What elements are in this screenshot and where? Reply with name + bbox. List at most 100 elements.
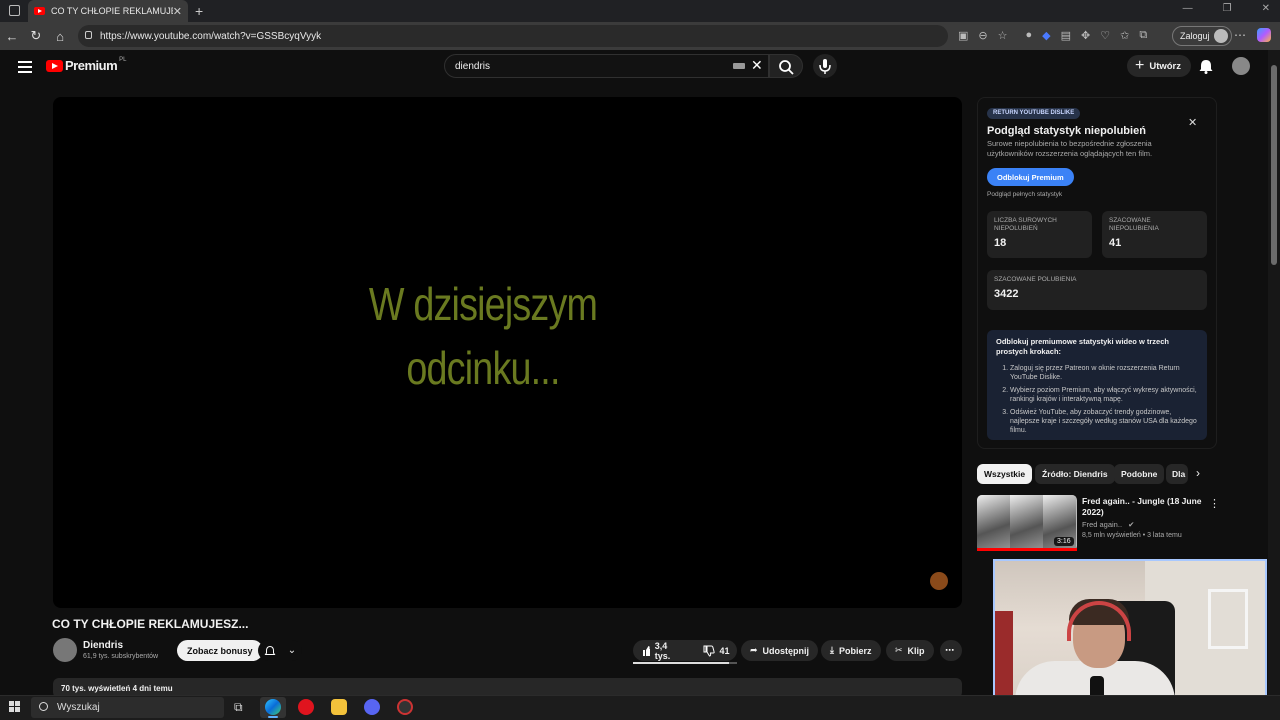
zoom-icon[interactable]: ⊖ — [978, 29, 987, 42]
clear-search-icon[interactable]: ✕ — [751, 57, 763, 74]
video-frame-line-2: odcinku... — [406, 342, 560, 394]
clip-button[interactable]: ✂ Klip — [886, 640, 934, 661]
copilot-icon[interactable] — [1257, 28, 1271, 42]
clip-label: Klip — [907, 645, 925, 656]
address-bar[interactable]: https://www.youtube.com/watch?v=GSSBcyqV… — [78, 25, 948, 47]
promo-step: Wybierz poziom Premium, aby włączyć wykr… — [1010, 386, 1198, 404]
share-label: Udostępnij — [762, 645, 810, 656]
task-view-icon[interactable]: ⧉ — [234, 700, 243, 715]
taskbar-search-input[interactable]: Wyszukaj — [31, 697, 224, 718]
new-tab-icon[interactable]: + — [195, 3, 203, 19]
page-scrollbar[interactable] — [1268, 50, 1280, 695]
extension-icon[interactable]: ▤ — [1061, 29, 1071, 42]
chevron-right-icon[interactable]: › — [1196, 466, 1200, 480]
channel-avatar[interactable] — [53, 638, 77, 662]
chip-for-you[interactable]: Dla — [1166, 464, 1188, 484]
close-tab-icon[interactable]: ✕ — [173, 5, 182, 18]
create-button[interactable]: + Utwórz — [1127, 55, 1192, 77]
search-button[interactable] — [769, 54, 803, 78]
minimize-icon[interactable]: — — [1183, 3, 1193, 14]
youtube-premium-logo[interactable]: Premium PL — [46, 57, 126, 73]
download-icon: ⤓ — [830, 645, 834, 655]
menu-icon[interactable] — [18, 59, 32, 76]
like-button[interactable]: 3,4 tys. — [633, 640, 684, 661]
recommended-title[interactable]: Fred again.. - Jungle (18 June 2022) — [1082, 496, 1202, 518]
reader-view-icon[interactable]: ▣ — [958, 29, 968, 42]
create-label: Utwórz — [1149, 60, 1182, 72]
description-meta: 70 tys. wyświetleń 4 dni temu — [61, 684, 173, 693]
browser-extensions: ▣ ⊖ ☆ ● ◆ ▤ ✥ ♡ ✩ ⧉ — [958, 29, 1147, 42]
promo-step: Zaloguj się przez Patreon w oknie rozsze… — [1010, 364, 1198, 382]
channel-name[interactable]: Diendris — [83, 640, 123, 651]
close-icon[interactable]: ✕ — [1188, 116, 1197, 129]
ryd-badge: RETURN YOUTUBE DISLIKE — [987, 108, 1081, 119]
promo-heading: Odblokuj premiumowe statystyki wideo w t… — [996, 337, 1169, 356]
bell-icon — [264, 645, 276, 655]
recommended-channel[interactable]: Fred again.. ✔ — [1082, 520, 1134, 529]
video-player[interactable]: W dzisiejszym odcinku... — [53, 97, 962, 608]
subscription-notifications-button[interactable]: ⌄ — [258, 640, 302, 661]
keyboard-icon[interactable] — [733, 63, 745, 69]
reload-icon[interactable]: ↻ — [24, 28, 48, 44]
dislike-button[interactable]: 41 — [694, 640, 739, 661]
tab-actions-icon[interactable] — [9, 5, 20, 16]
bonus-button[interactable]: Zobacz bonusy — [177, 640, 263, 661]
browser-tab[interactable]: CO TY CHŁOPIE REKLAMUJESZ... ✕ — [28, 0, 188, 22]
stat-value: 18 — [994, 237, 1007, 249]
bell-icon — [1199, 60, 1213, 74]
more-menu-icon[interactable]: ⋯ — [1234, 28, 1246, 42]
dislike-count: 41 — [719, 645, 730, 656]
shield-extension-icon[interactable]: ◆ — [1042, 29, 1050, 42]
search-input[interactable]: diendris — [444, 54, 769, 78]
collections-icon[interactable]: ⧉ — [1139, 29, 1147, 42]
more-actions-button[interactable]: ⋯ — [940, 640, 962, 661]
file-explorer-icon[interactable] — [331, 699, 347, 715]
chip-all[interactable]: Wszystkie — [977, 464, 1033, 484]
share-button[interactable]: ➦ Udostępnij — [741, 640, 819, 661]
search-icon — [779, 60, 794, 75]
voice-search-button[interactable] — [813, 54, 837, 78]
discord-icon[interactable] — [364, 699, 380, 715]
ryd-title: Podgląd statystyk niepolubień — [987, 125, 1146, 137]
favorites-icon[interactable]: ✩ — [1120, 29, 1129, 42]
chip-source-channel[interactable]: Źródło: Diendris — [1035, 464, 1115, 484]
notifications-button[interactable] — [1198, 58, 1214, 79]
download-button[interactable]: ⤓ Pobierz — [821, 640, 881, 661]
tab-title: CO TY CHŁOPIE REKLAMUJESZ... — [51, 6, 173, 16]
taskbar-search-placeholder: Wyszukaj — [57, 702, 100, 713]
edge-icon — [265, 699, 281, 715]
more-vertical-icon[interactable]: ⋮ — [1209, 497, 1220, 510]
microphone-icon — [819, 59, 831, 74]
lock-icon — [85, 31, 92, 39]
more-horizontal-icon: ⋯ — [945, 645, 954, 655]
estimated-dislikes-stat: Szacowane niepolubienia 41 — [1102, 211, 1207, 258]
webcam-overlay — [993, 559, 1267, 712]
account-avatar[interactable] — [1232, 57, 1250, 75]
opera-icon[interactable] — [298, 699, 314, 715]
maximize-icon[interactable]: ❐ — [1223, 3, 1232, 14]
favorite-star-icon[interactable]: ☆ — [998, 29, 1008, 42]
chip-related[interactable]: Podobne — [1114, 464, 1165, 484]
verified-icon: ✔ — [1128, 520, 1135, 529]
obs-icon[interactable] — [397, 699, 413, 715]
browser-essentials-icon[interactable]: ♡ — [1100, 29, 1110, 42]
home-icon[interactable]: ⌂ — [48, 29, 72, 44]
channel-watermark-icon[interactable] — [930, 572, 948, 590]
like-ratio-fill — [633, 662, 729, 664]
stat-value: 3422 — [994, 288, 1019, 300]
chevron-down-icon: ⌄ — [287, 645, 297, 656]
profile-login-button[interactable]: Zaloguj — [1172, 26, 1232, 46]
promo-step: Odśwież YouTube, aby zobaczyć trendy god… — [1010, 408, 1198, 435]
browser-tab-bar: CO TY CHŁOPIE REKLAMUJESZ... ✕ + — ❐ ✕ — [0, 0, 1280, 22]
extensions-puzzle-icon[interactable]: ✥ — [1081, 29, 1090, 42]
close-window-icon[interactable]: ✕ — [1262, 3, 1270, 14]
scrollbar-thumb[interactable] — [1271, 65, 1277, 265]
ryd-preview-note: Podgląd pełnych statystyk — [987, 191, 1063, 198]
unlock-premium-button[interactable]: Odblokuj Premium — [987, 168, 1074, 186]
stat-label: Liczba surowych niepolubień — [994, 217, 1057, 232]
windows-start-icon[interactable] — [9, 701, 21, 713]
raw-dislikes-stat: Liczba surowych niepolubień 18 — [987, 211, 1092, 258]
back-icon[interactable]: ← — [0, 29, 24, 44]
extension-icon[interactable]: ● — [1026, 29, 1033, 42]
search-icon — [39, 702, 48, 711]
